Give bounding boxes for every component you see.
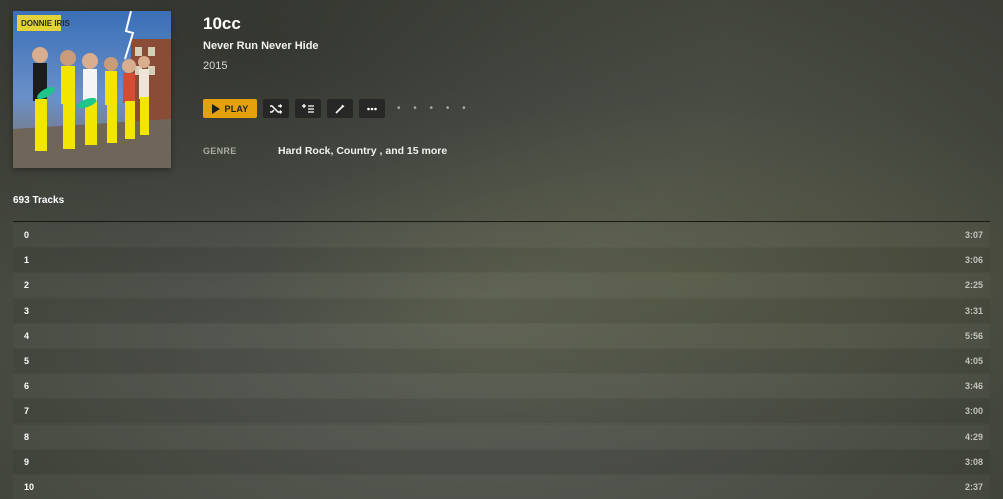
add-to-queue-button[interactable]	[295, 99, 321, 118]
more-actions-indicator: • • • • •	[397, 103, 471, 114]
track-row[interactable]: 9 3:08	[13, 449, 990, 474]
track-title: 10	[24, 481, 35, 492]
track-duration: 3:08	[964, 456, 983, 467]
track-title: 4	[24, 330, 30, 341]
track-row[interactable]: 10 2:37	[13, 475, 990, 499]
track-duration: 3:31	[964, 305, 983, 316]
track-duration: 4:05	[964, 355, 983, 366]
track-title: 6	[24, 381, 30, 392]
more-button[interactable]	[359, 99, 385, 118]
album-cover[interactable]: DONNIE IRIS	[13, 11, 171, 168]
track-title: 3	[24, 305, 30, 316]
track-duration: 2:25	[964, 280, 983, 291]
track-row[interactable]: 3 3:31	[13, 298, 990, 323]
play-icon	[211, 103, 220, 114]
album-actions: PLAY • • • • •	[203, 99, 471, 118]
album-artist: 10cc	[203, 14, 241, 33]
track-row[interactable]: 5 4:05	[13, 348, 990, 373]
track-duration: 2:37	[964, 481, 983, 492]
track-title: 5	[24, 355, 30, 366]
edit-button[interactable]	[327, 99, 353, 118]
album-year: 2015	[203, 60, 228, 72]
track-duration: 5:56	[964, 330, 983, 341]
album-cover-brand-text: DONNIE IRIS	[21, 19, 71, 28]
play-button[interactable]: PLAY	[203, 99, 257, 118]
track-title: 2	[24, 280, 30, 291]
track-title: 0	[24, 230, 30, 240]
tracks-divider	[13, 221, 990, 222]
shuffle-button[interactable]	[263, 99, 289, 118]
track-title: 7	[24, 406, 30, 417]
track-duration: 3:46	[964, 381, 983, 392]
track-duration: 3:06	[964, 255, 983, 266]
play-button-label: PLAY	[224, 103, 249, 114]
more-icon	[367, 107, 377, 110]
track-title: 1	[24, 255, 30, 266]
track-row[interactable]: 8 4:29	[13, 425, 990, 449]
genre-label: GENRE	[203, 146, 237, 156]
genre-value[interactable]: Hard Rock, Country , and 15 more	[278, 145, 447, 157]
edit-icon	[335, 104, 345, 114]
track-row[interactable]: 6 3:46	[13, 374, 990, 398]
shuffle-icon	[270, 103, 282, 114]
track-title: 9	[24, 456, 30, 467]
track-row[interactable]: 4 5:56	[13, 324, 990, 348]
track-row[interactable]: 7 3:00	[13, 399, 990, 424]
track-duration: 3:07	[964, 230, 983, 240]
track-list: 0 3:07 1 3:06 2 2:25 3 3:31 4 5:56 5 4:0…	[13, 223, 990, 499]
track-duration: 4:29	[964, 431, 983, 442]
album-title: Never Run Never Hide	[203, 40, 319, 52]
track-row[interactable]: 2 2:25	[13, 273, 990, 297]
track-row[interactable]: 1 3:06	[13, 248, 990, 273]
track-duration: 3:00	[964, 406, 983, 417]
add-to-queue-icon	[302, 103, 314, 113]
track-title: 8	[24, 431, 30, 442]
track-row[interactable]: 0 3:07	[13, 223, 990, 247]
tracks-count: 693 Tracks	[13, 195, 65, 206]
